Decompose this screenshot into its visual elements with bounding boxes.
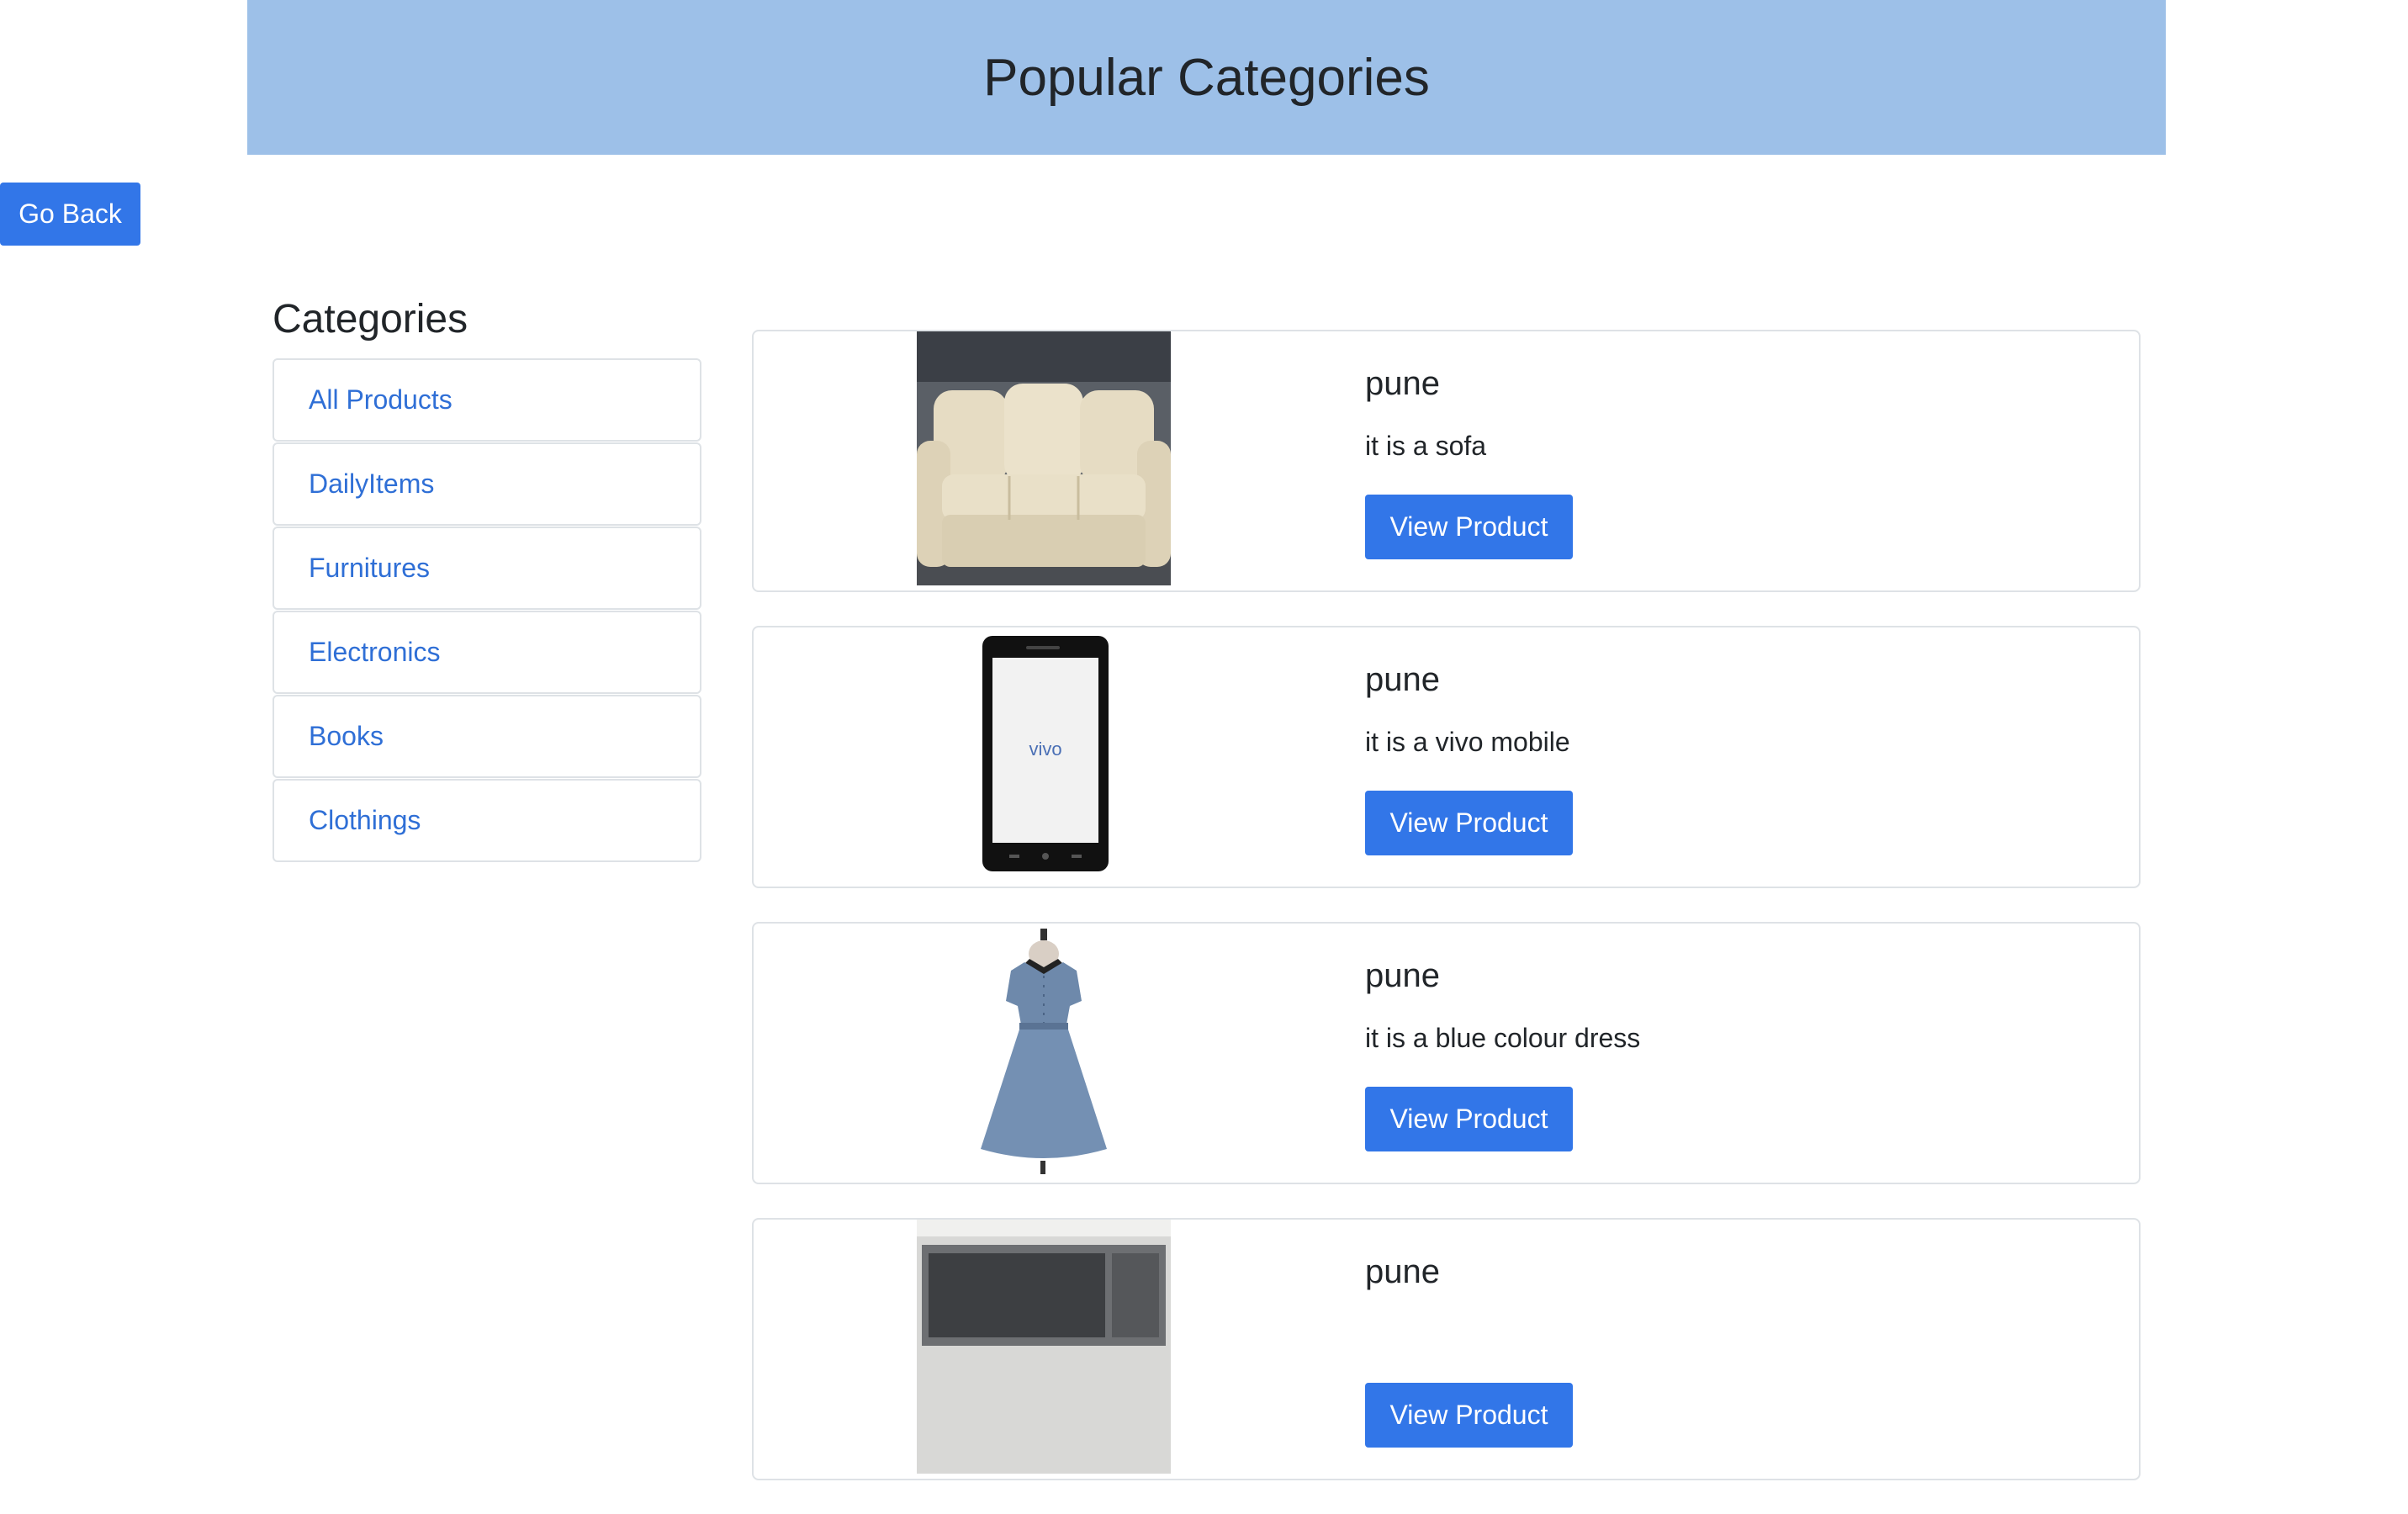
category-list: All Products DailyItems Furnitures Elect…	[273, 358, 701, 863]
category-item-books[interactable]: Books	[273, 695, 701, 778]
view-product-button[interactable]: View Product	[1365, 1087, 1573, 1151]
category-item-furnitures[interactable]: Furnitures	[273, 527, 701, 610]
dress-image[interactable]	[917, 924, 1171, 1178]
product-card: pune View Product	[752, 1218, 2141, 1480]
microwave-image[interactable]	[917, 1220, 1171, 1474]
category-item-electronics[interactable]: Electronics	[273, 611, 701, 694]
view-product-button[interactable]: View Product	[1365, 1383, 1573, 1448]
page-title: Popular Categories	[983, 48, 1430, 107]
go-back-button[interactable]: Go Back	[0, 183, 140, 246]
category-item-all-products[interactable]: All Products	[273, 358, 701, 442]
product-description: it is a vivo mobile	[1365, 727, 1570, 757]
view-product-button[interactable]: View Product	[1365, 495, 1573, 559]
product-description: it is a blue colour dress	[1365, 1023, 1641, 1053]
product-title: pune	[1365, 661, 1440, 698]
page-header: Popular Categories	[247, 0, 2166, 155]
product-card: pune it is a blue colour dress View Prod…	[752, 922, 2141, 1184]
product-title: pune	[1365, 1253, 1440, 1290]
phone-image[interactable]: vivo	[917, 627, 1171, 881]
product-card: vivo pune it is a vivo mobile View Produ…	[752, 626, 2141, 888]
product-title: pune	[1365, 957, 1440, 994]
category-item-clothings[interactable]: Clothings	[273, 779, 701, 862]
sofa-image[interactable]	[917, 331, 1171, 585]
product-title: pune	[1365, 365, 1440, 402]
view-product-button[interactable]: View Product	[1365, 791, 1573, 855]
product-description: it is a sofa	[1365, 431, 1487, 461]
categories-heading: Categories	[273, 297, 468, 341]
product-card: pune it is a sofa View Product	[752, 330, 2141, 592]
product-list: pune it is a sofa View Product vivo pune…	[752, 330, 2141, 1514]
vivo-logo-text: vivo	[1029, 738, 1061, 760]
category-item-dailyitems[interactable]: DailyItems	[273, 442, 701, 526]
